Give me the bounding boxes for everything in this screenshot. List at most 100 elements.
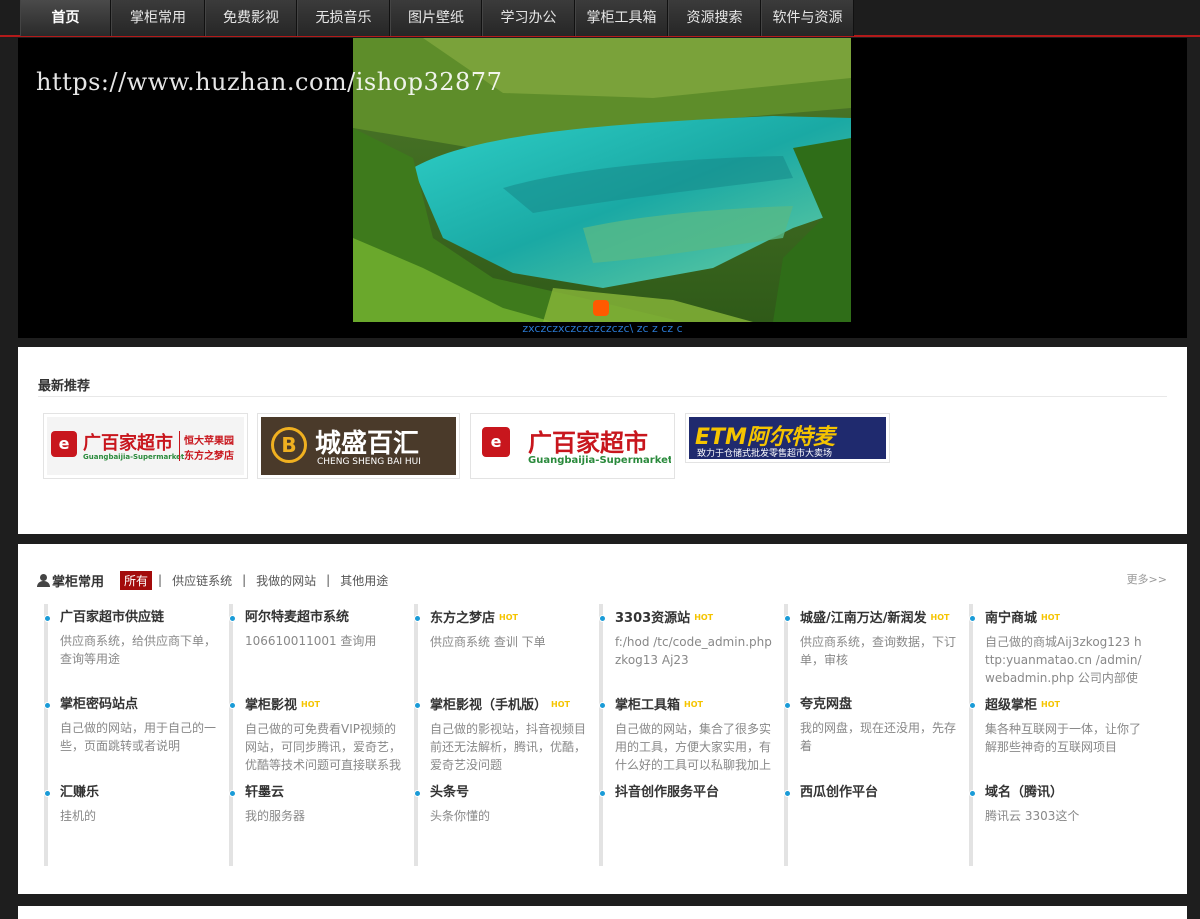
bullet-dot <box>599 790 606 797</box>
bullet-dot <box>44 615 51 622</box>
link-title[interactable]: 头条号 <box>430 785 590 801</box>
link-item[interactable]: 域名（腾讯） 腾讯云 3303这个 <box>969 785 1145 860</box>
logo-guangbaijia-2[interactable]: e 广百家超市 Guangbaijia-Supermarket <box>470 413 675 479</box>
link-description: 自己做的网站，集合了很多实用的工具，方便大家实用，有什么好的工具可以私聊我加上 <box>615 722 772 772</box>
link-item[interactable]: 东方之梦店 HOT 供应商系统 查训 下单 <box>414 610 590 686</box>
logo-sub: Guangbaijia-Supermarket <box>528 455 671 466</box>
link-item[interactable]: 头条号 头条你懂的 <box>414 785 590 860</box>
link-title-text: 3303资源站 <box>615 611 691 626</box>
latest-title: 最新推荐 <box>38 379 91 394</box>
tab-all[interactable]: 所有 <box>120 570 153 590</box>
nav-bar: 首页 掌柜常用 免费影视 无损音乐 图片壁纸 学习办公 掌柜工具箱 资源搜索 软… <box>20 0 854 36</box>
logo-guangbaijia-1[interactable]: e 广百家超市 Guangbaijia-Supermarket 恒大苹果园 东方… <box>43 413 248 479</box>
link-description: 我的网盘，现在还没用，先存着 <box>800 721 957 753</box>
hot-badge: HOT <box>930 613 950 622</box>
logo-tag1: 恒大苹果园 <box>184 436 234 447</box>
divider <box>38 396 1167 397</box>
nav-item-music[interactable]: 无损音乐 <box>297 0 390 36</box>
column-line <box>44 604 48 866</box>
link-item[interactable]: 西瓜创作平台 <box>784 785 960 860</box>
hot-badge: HOT <box>499 613 518 622</box>
link-item[interactable]: 广百家超市供应链 供应商系统，给供应商下单，查询等用途 <box>44 610 220 685</box>
link-title[interactable]: 阿尔特麦超市系统 <box>245 610 405 626</box>
hot-badge: HOT <box>1041 613 1060 622</box>
link-item[interactable]: 阿尔特麦超市系统 106610011001 查询用 <box>229 610 405 685</box>
logo-name: 城盛百汇 <box>315 429 420 459</box>
link-title-text: 掌柜密码站点 <box>60 697 139 712</box>
link-title[interactable]: 域名（腾讯） <box>985 785 1145 801</box>
more-link[interactable]: 更多>> <box>1127 571 1167 587</box>
banner-slider: https://www.huzhan.com/ishop32877 zxczcz… <box>18 38 1187 338</box>
nav-item-toolbox[interactable]: 掌柜工具箱 <box>575 0 668 36</box>
nav-item-office[interactable]: 学习办公 <box>482 0 575 36</box>
link-title-text: 东方之梦店 <box>430 611 496 626</box>
link-title-text: 西瓜创作平台 <box>800 785 879 800</box>
bullet-dot <box>969 790 976 797</box>
bullet-dot <box>229 702 236 709</box>
link-title[interactable]: 掌柜密码站点 <box>60 697 220 713</box>
link-description: 自己做的网站，用于自己的一些，页面跳转或者说明 <box>60 721 217 753</box>
link-title[interactable]: 3303资源站 HOT <box>615 610 775 627</box>
link-title[interactable]: 西瓜创作平台 <box>800 785 960 801</box>
bullet-dot <box>44 702 51 709</box>
bullet-dot <box>969 615 976 622</box>
link-item[interactable]: 抖音创作服务平台 <box>599 785 775 860</box>
hot-badge: HOT <box>1041 700 1060 709</box>
link-title[interactable]: 掌柜影视 HOT <box>245 697 405 714</box>
bullet-dot <box>599 702 606 709</box>
bullet-dot <box>229 790 236 797</box>
link-item[interactable]: 3303资源站 HOT f:/hod /tc/code_admin.php zkog… <box>599 610 775 686</box>
slider-dot[interactable] <box>593 300 609 316</box>
link-title[interactable]: 轩墨云 <box>245 785 405 801</box>
next-panel <box>18 906 1187 919</box>
column-line <box>969 604 973 866</box>
link-description: 自己做的影视站，抖音视频目前还无法解析，腾讯，优酷，爱奇艺没问题 <box>430 722 587 772</box>
link-title[interactable]: 抖音创作服务平台 <box>615 785 775 801</box>
column-line <box>414 604 418 866</box>
link-item[interactable]: 掌柜影视 HOT 自己做的可免费看VIP视频的网站，可同步腾讯，爱奇艺，优酷等技术问… <box>229 697 405 773</box>
logo-etm[interactable]: ETM阿尔特麦 致力于仓储式批发零售超市大卖场 <box>685 413 890 463</box>
link-title[interactable]: 城盛/江南万达/新润发 HOT <box>800 610 950 627</box>
link-item[interactable]: 汇赚乐 挂机的 <box>44 785 220 860</box>
nav-item-home[interactable]: 首页 <box>20 0 111 36</box>
tab-separator: | <box>158 573 163 587</box>
nav-item-wallpapers[interactable]: 图片壁纸 <box>390 0 482 36</box>
link-title-text: 轩墨云 <box>245 785 285 800</box>
bullet-dot <box>784 702 791 709</box>
link-title[interactable]: 汇赚乐 <box>60 785 220 801</box>
nav-item-search[interactable]: 资源搜索 <box>668 0 761 36</box>
link-item[interactable]: 超级掌柜 HOT 集各种互联网于一体，让你了解那些神奇的互联网项目 <box>969 697 1145 773</box>
link-item[interactable]: 城盛/江南万达/新润发 HOT 供应商系统，查询数据，下订单，审核 <box>784 610 960 686</box>
banner-caption[interactable]: zxczczxczczczczczc\ zc z cz c <box>18 322 1187 335</box>
link-title-text: 南宁商城 <box>985 611 1038 626</box>
tab-supply-chain[interactable]: 供应链系统 <box>168 572 236 589</box>
link-title[interactable]: 南宁商城 HOT <box>985 610 1145 627</box>
nav-item-software[interactable]: 软件与资源 <box>761 0 854 36</box>
link-description: 供应商系统，查询数据，下订单，审核 <box>800 635 957 667</box>
link-title[interactable]: 广百家超市供应链 <box>60 610 220 626</box>
bullet-dot <box>229 615 236 622</box>
logo-chengsheng[interactable]: B 城盛百汇 CHENG SHENG BAI HUI <box>257 413 460 479</box>
nav-item-movies[interactable]: 免费影视 <box>205 0 297 36</box>
link-item[interactable]: 南宁商城 HOT 自己做的商城Aij3zkog123 http:yuanmatao.… <box>969 610 1145 686</box>
link-title[interactable]: 夸克网盘 <box>800 697 960 713</box>
common-title: 掌柜常用 <box>52 574 105 590</box>
nav-item-common[interactable]: 掌柜常用 <box>111 0 205 36</box>
link-item[interactable]: 掌柜工具箱 HOT 自己做的网站，集合了很多实用的工具，方便大家实用，有什么好的工具… <box>599 697 775 773</box>
link-item[interactable]: 轩墨云 我的服务器 <box>229 785 405 860</box>
link-title[interactable]: 东方之梦店 HOT <box>430 610 590 627</box>
bullet-dot <box>784 790 791 797</box>
tab-other[interactable]: 其他用途 <box>336 572 392 589</box>
link-title[interactable]: 掌柜工具箱 HOT <box>615 697 775 714</box>
logo-name: 广百家超市 <box>83 433 173 454</box>
hot-badge: HOT <box>301 700 320 709</box>
link-title[interactable]: 掌柜影视（手机版） HOT <box>430 697 590 714</box>
link-item[interactable]: 掌柜影视（手机版） HOT 自己做的影视站，抖音视频目前还无法解析，腾讯，优酷，爱奇… <box>414 697 590 773</box>
link-item[interactable]: 夸克网盘我的网盘，现在还没用，先存着 <box>784 697 960 772</box>
tab-my-sites[interactable]: 我做的网站 <box>252 572 320 589</box>
link-title-text: 超级掌柜 <box>985 698 1038 713</box>
link-item[interactable]: 掌柜密码站点自己做的网站，用于自己的一些，页面跳转或者说明 <box>44 697 220 772</box>
link-title[interactable]: 超级掌柜 HOT <box>985 697 1145 714</box>
column-line <box>599 604 603 866</box>
link-description: 106610011001 查询用 <box>245 634 377 648</box>
